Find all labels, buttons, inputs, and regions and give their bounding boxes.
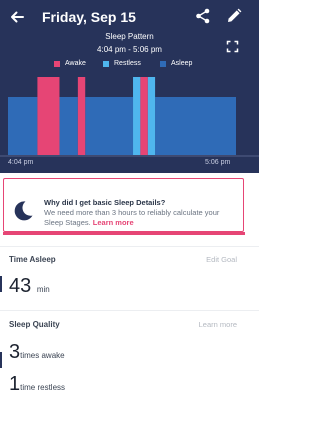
share-icon — [196, 8, 210, 24]
legend-item-awake: Awake — [54, 58, 86, 70]
time-asleep-label: Time Asleep — [9, 255, 56, 264]
edit-button[interactable] — [225, 7, 243, 25]
time-asleep-value: 43 min — [9, 275, 50, 301]
section-accent — [0, 276, 2, 292]
sleep-segment-awake — [37, 77, 60, 155]
sleep-segment-asleep — [59, 97, 78, 155]
chart-title: Sleep Pattern — [105, 32, 154, 41]
sleep-pattern-chart — [0, 77, 259, 157]
legend-swatch-awake — [54, 61, 60, 67]
time-asleep-unit: min — [36, 285, 50, 294]
section-accent — [0, 352, 2, 368]
sleep-segment-awake — [140, 77, 148, 155]
times-restless-row: 1time restless — [9, 373, 65, 399]
sleep-segment-asleep — [85, 97, 134, 155]
times-awake-value: 3 — [9, 341, 21, 363]
sleep-segment-asleep — [155, 97, 236, 155]
basic-sleep-info-card[interactable]: Why did I get basic Sleep Details? We ne… — [2, 178, 245, 235]
chart-start-time: 4:04 pm — [8, 159, 34, 166]
moon-icon — [14, 201, 33, 221]
expand-button[interactable] — [226, 40, 239, 53]
sleep-quality-label: Sleep Quality — [9, 320, 60, 329]
legend-label-asleep: Asleep — [171, 60, 193, 67]
sleep-segment-awake — [77, 77, 86, 155]
edit-goal-link[interactable]: Edit Goal — [206, 254, 237, 265]
app-bar: Friday, Sep 15 — [0, 0, 259, 34]
times-awake-row: 3times awake — [9, 341, 65, 367]
info-card-body: We need more than 3 hours to reliably ca… — [44, 208, 240, 228]
pencil-icon — [228, 8, 242, 22]
legend-swatch-restless — [103, 61, 109, 67]
sleep-quality-learn-more-link[interactable]: Learn more — [199, 319, 237, 330]
time-asleep-number: 43 — [9, 275, 32, 297]
legend-item-asleep: Asleep — [160, 58, 192, 70]
times-restless-unit: time restless — [20, 383, 66, 392]
legend-item-restless: Restless — [103, 58, 141, 70]
learn-more-link[interactable]: Learn more — [93, 218, 134, 227]
legend-swatch-asleep — [160, 61, 166, 67]
legend-label-awake: Awake — [65, 60, 86, 67]
sleep-pattern-panel: Friday, Sep 15 Sleep Pattern 4:04 pm - 5… — [0, 0, 259, 173]
sleep-detail-screen: Friday, Sep 15 Sleep Pattern 4:04 pm - 5… — [0, 0, 259, 428]
sleep-segment-asleep — [8, 97, 38, 155]
chart-end-time: 5:06 pm — [205, 159, 231, 166]
chart-time-range: 4:04 pm - 5:06 pm — [97, 45, 162, 54]
page-title: Friday, Sep 15 — [42, 9, 136, 25]
fullscreen-icon — [226, 40, 239, 53]
chart-legend: Awake Restless Asleep — [0, 58, 259, 70]
info-card-title: Why did I get basic Sleep Details? — [44, 198, 166, 207]
times-restless-value: 1 — [9, 373, 21, 395]
times-awake-unit: times awake — [20, 351, 65, 360]
share-button[interactable] — [194, 7, 212, 25]
sleep-segment-restless — [133, 77, 141, 155]
section-divider — [0, 246, 259, 247]
back-button[interactable] — [8, 8, 26, 26]
legend-label-restless: Restless — [114, 60, 141, 67]
sleep-segment-restless — [147, 77, 156, 155]
section-divider — [0, 310, 259, 311]
arrow-left-icon — [11, 11, 24, 23]
